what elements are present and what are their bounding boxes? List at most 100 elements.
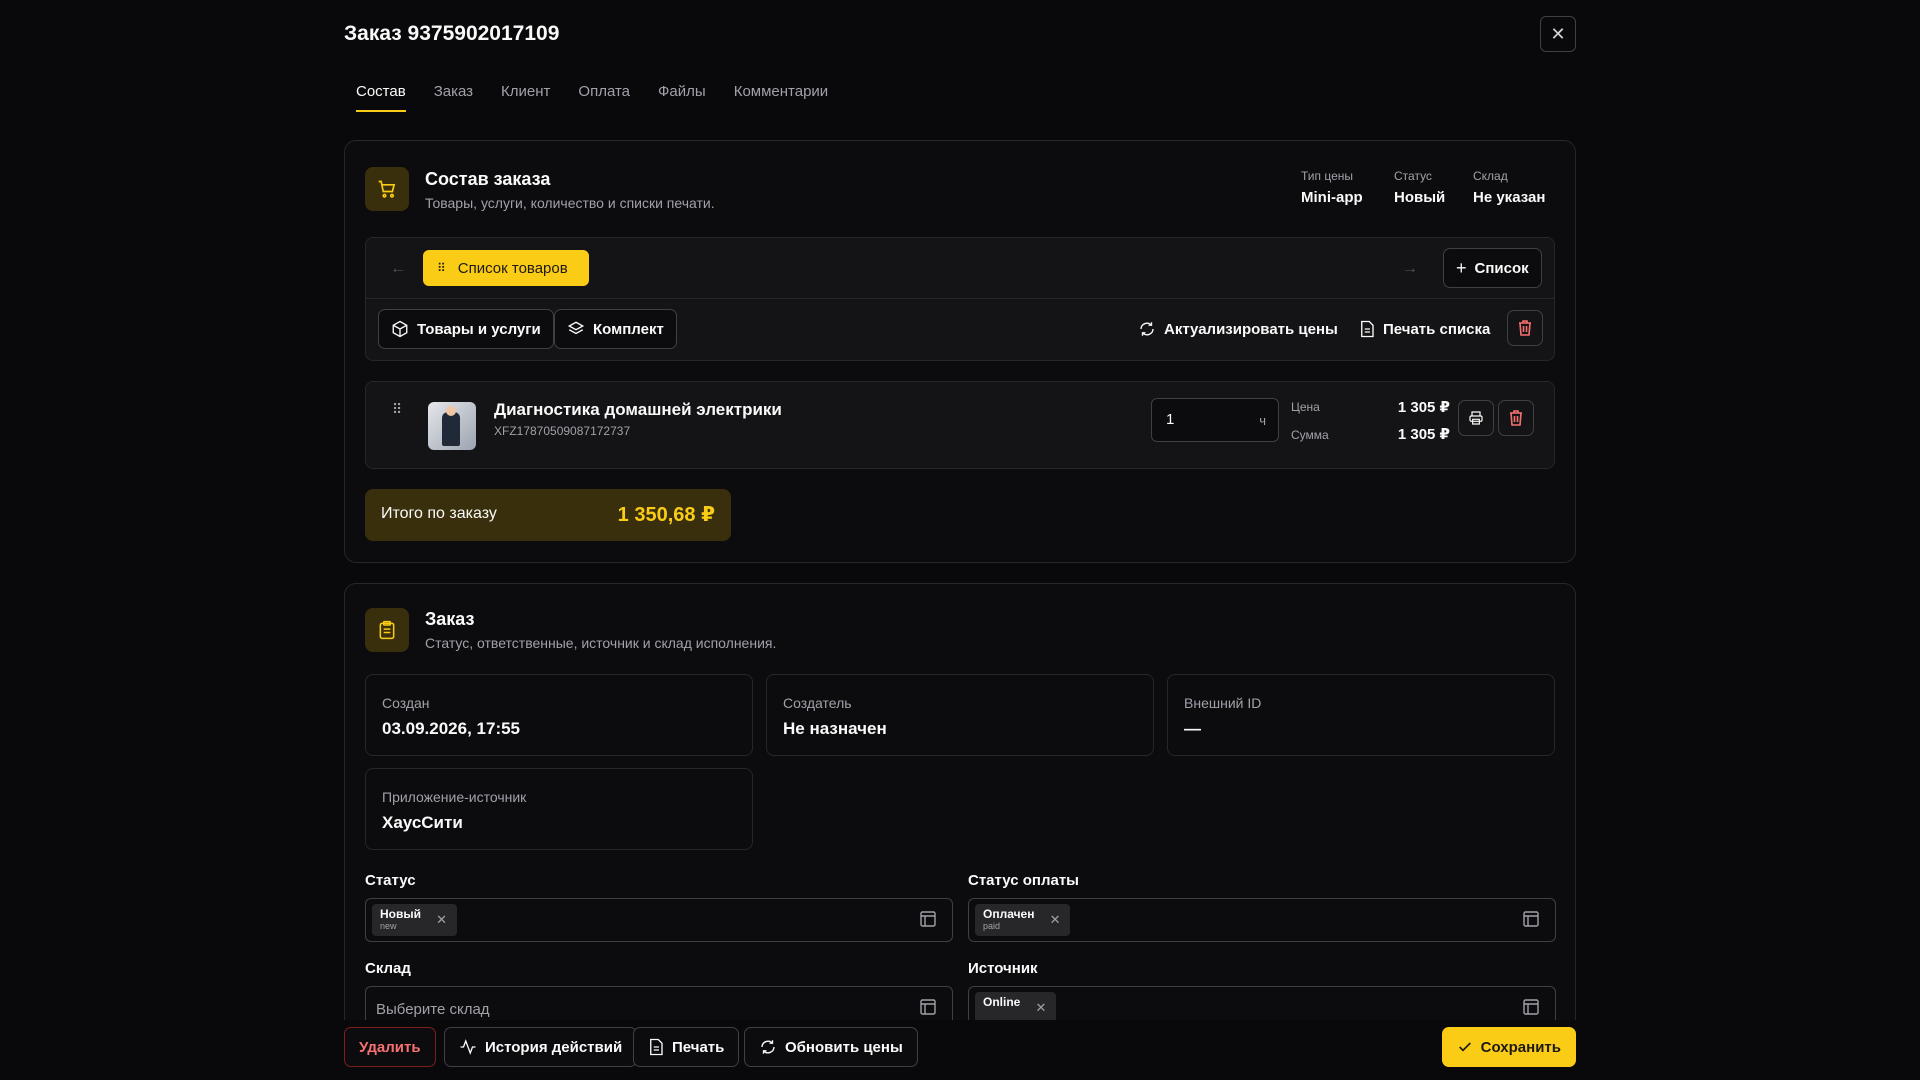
kit-label: Комплект	[593, 320, 664, 338]
history-button[interactable]: История действий	[444, 1027, 638, 1067]
trash-icon	[1509, 410, 1523, 426]
table-icon[interactable]	[920, 911, 936, 927]
meta-warehouse: Склад Не указан	[1473, 169, 1545, 206]
meta-label: Склад	[1473, 169, 1508, 183]
save-label: Сохранить	[1480, 1038, 1561, 1056]
plus-icon: +	[1456, 257, 1467, 278]
warehouse-placeholder: Выберите склад	[376, 1001, 490, 1018]
print-button[interactable]: Печать	[633, 1027, 740, 1067]
check-icon	[1457, 1039, 1473, 1055]
source-app-field: Приложение-источник ХаусСити	[365, 768, 753, 850]
figure-body	[442, 412, 460, 446]
print-icon	[1468, 410, 1484, 426]
document-icon	[648, 1038, 664, 1056]
warehouse-label: Склад	[365, 960, 411, 977]
list-toolbar: ← ⠿ Список товаров → + Список Товары и у…	[365, 237, 1555, 361]
delete-item-button[interactable]	[1498, 400, 1534, 436]
meta-status: Статус Новый	[1394, 169, 1445, 206]
meta-price-type: Тип цены Mini-app	[1301, 169, 1363, 206]
quantity-value: 1	[1166, 411, 1175, 428]
delete-label: Удалить	[359, 1038, 421, 1056]
close-icon: ✕	[1550, 23, 1566, 44]
add-list-button[interactable]: + Список	[1443, 248, 1542, 288]
order-modal: Заказ 9375902017109 ✕ Состав Заказ Клиен…	[344, 0, 1576, 1080]
composition-card: Состав заказа Товары, услуги, количество…	[344, 140, 1576, 563]
table-icon[interactable]	[1523, 911, 1539, 927]
status-tag-code: new	[380, 921, 397, 931]
status-select[interactable]: Новый new ✕	[365, 898, 953, 942]
meta-value: Не указан	[1473, 189, 1546, 206]
status-tag: Новый new ✕	[372, 904, 457, 936]
status-label: Статус	[365, 872, 416, 889]
delete-button[interactable]: Удалить	[344, 1027, 436, 1067]
drag-handle-icon: ⠿	[437, 261, 446, 275]
list-tab-label: Список товаров	[457, 259, 568, 277]
quantity-input[interactable]: 1 ч	[1151, 398, 1279, 442]
table-icon[interactable]	[1523, 999, 1539, 1015]
remove-tag-icon[interactable]: ✕	[1035, 1000, 1046, 1016]
source-label: Источник	[968, 960, 1038, 977]
order-subtitle: Статус, ответственные, источник и склад …	[425, 635, 777, 651]
remove-tag-icon[interactable]: ✕	[436, 912, 447, 928]
item-sku: XFZ17870509087172737	[494, 424, 631, 438]
payment-status-label: Статус оплаты	[968, 872, 1079, 889]
clipboard-icon	[365, 608, 409, 652]
arrow-right-icon[interactable]: →	[1402, 260, 1418, 278]
source-tag-label: Online	[983, 995, 1021, 1009]
save-button[interactable]: Сохранить	[1441, 1027, 1576, 1067]
refresh-prices-button[interactable]: Актуализировать цены	[1126, 309, 1350, 349]
tab-client[interactable]: Клиент	[501, 83, 550, 112]
add-list-label: Список	[1474, 259, 1529, 277]
remove-tag-icon[interactable]: ✕	[1050, 912, 1061, 928]
payment-status-select[interactable]: Оплачен paid ✕	[968, 898, 1556, 942]
kit-button[interactable]: Комплект	[554, 309, 677, 349]
activity-icon	[459, 1038, 477, 1056]
payment-tag-label: Оплачен	[983, 907, 1035, 921]
created-label: Создан	[382, 695, 430, 711]
order-total: Итого по заказу 1 350,68 ₽	[365, 489, 731, 541]
drag-handle-icon[interactable]: ⠿	[392, 402, 403, 416]
total-label: Итого по заказу	[381, 505, 497, 522]
order-title: Заказ	[425, 609, 475, 629]
package-icon	[391, 320, 409, 338]
update-prices-label: Обновить цены	[785, 1038, 903, 1056]
order-card: Заказ Статус, ответственные, источник и …	[344, 583, 1576, 1080]
print-item-button[interactable]	[1458, 400, 1494, 436]
print-list-button[interactable]: Печать списка	[1347, 309, 1502, 349]
meta-label: Статус	[1394, 169, 1432, 183]
meta-label: Тип цены	[1301, 169, 1354, 183]
goods-label: Товары и услуги	[417, 320, 541, 338]
tab-composition[interactable]: Состав	[356, 83, 406, 112]
created-field: Создан 03.09.2026, 17:55	[365, 674, 753, 756]
tab-payment[interactable]: Оплата	[578, 83, 630, 112]
composition-title: Состав заказа	[425, 169, 551, 189]
tab-comments[interactable]: Комментарии	[734, 83, 828, 112]
document-icon	[1359, 320, 1375, 338]
creator-label: Создатель	[783, 695, 852, 711]
arrow-left-icon[interactable]: ←	[390, 260, 406, 278]
close-button[interactable]: ✕	[1540, 16, 1576, 52]
layers-icon	[567, 320, 585, 338]
total-value: 1 350,68 ₽	[617, 504, 715, 526]
tabs: Состав Заказ Клиент Оплата Файлы Коммент…	[356, 83, 828, 112]
divider	[366, 298, 1554, 299]
creator-field: Создатель Не назначен	[766, 674, 1154, 756]
item-image	[428, 402, 476, 450]
external-id-field: Внешний ID —	[1167, 674, 1555, 756]
table-icon[interactable]	[920, 999, 936, 1015]
print-label: Печать	[672, 1038, 725, 1056]
delete-list-button[interactable]	[1507, 310, 1543, 346]
status-tag-label: Новый	[380, 907, 421, 921]
update-prices-button[interactable]: Обновить цены	[744, 1027, 918, 1067]
price-label: Цена	[1291, 400, 1320, 414]
tab-order[interactable]: Заказ	[434, 83, 473, 112]
figure-head	[446, 406, 456, 416]
tab-files[interactable]: Файлы	[658, 83, 706, 112]
list-tab-active[interactable]: ⠿ Список товаров	[423, 250, 589, 286]
goods-button[interactable]: Товары и услуги	[378, 309, 554, 349]
source-app-label: Приложение-источник	[382, 789, 527, 805]
print-list-label: Печать списка	[1383, 320, 1491, 338]
page-title: Заказ 9375902017109	[344, 22, 560, 45]
payment-tag: Оплачен paid ✕	[975, 904, 1071, 936]
trash-icon	[1518, 320, 1532, 336]
